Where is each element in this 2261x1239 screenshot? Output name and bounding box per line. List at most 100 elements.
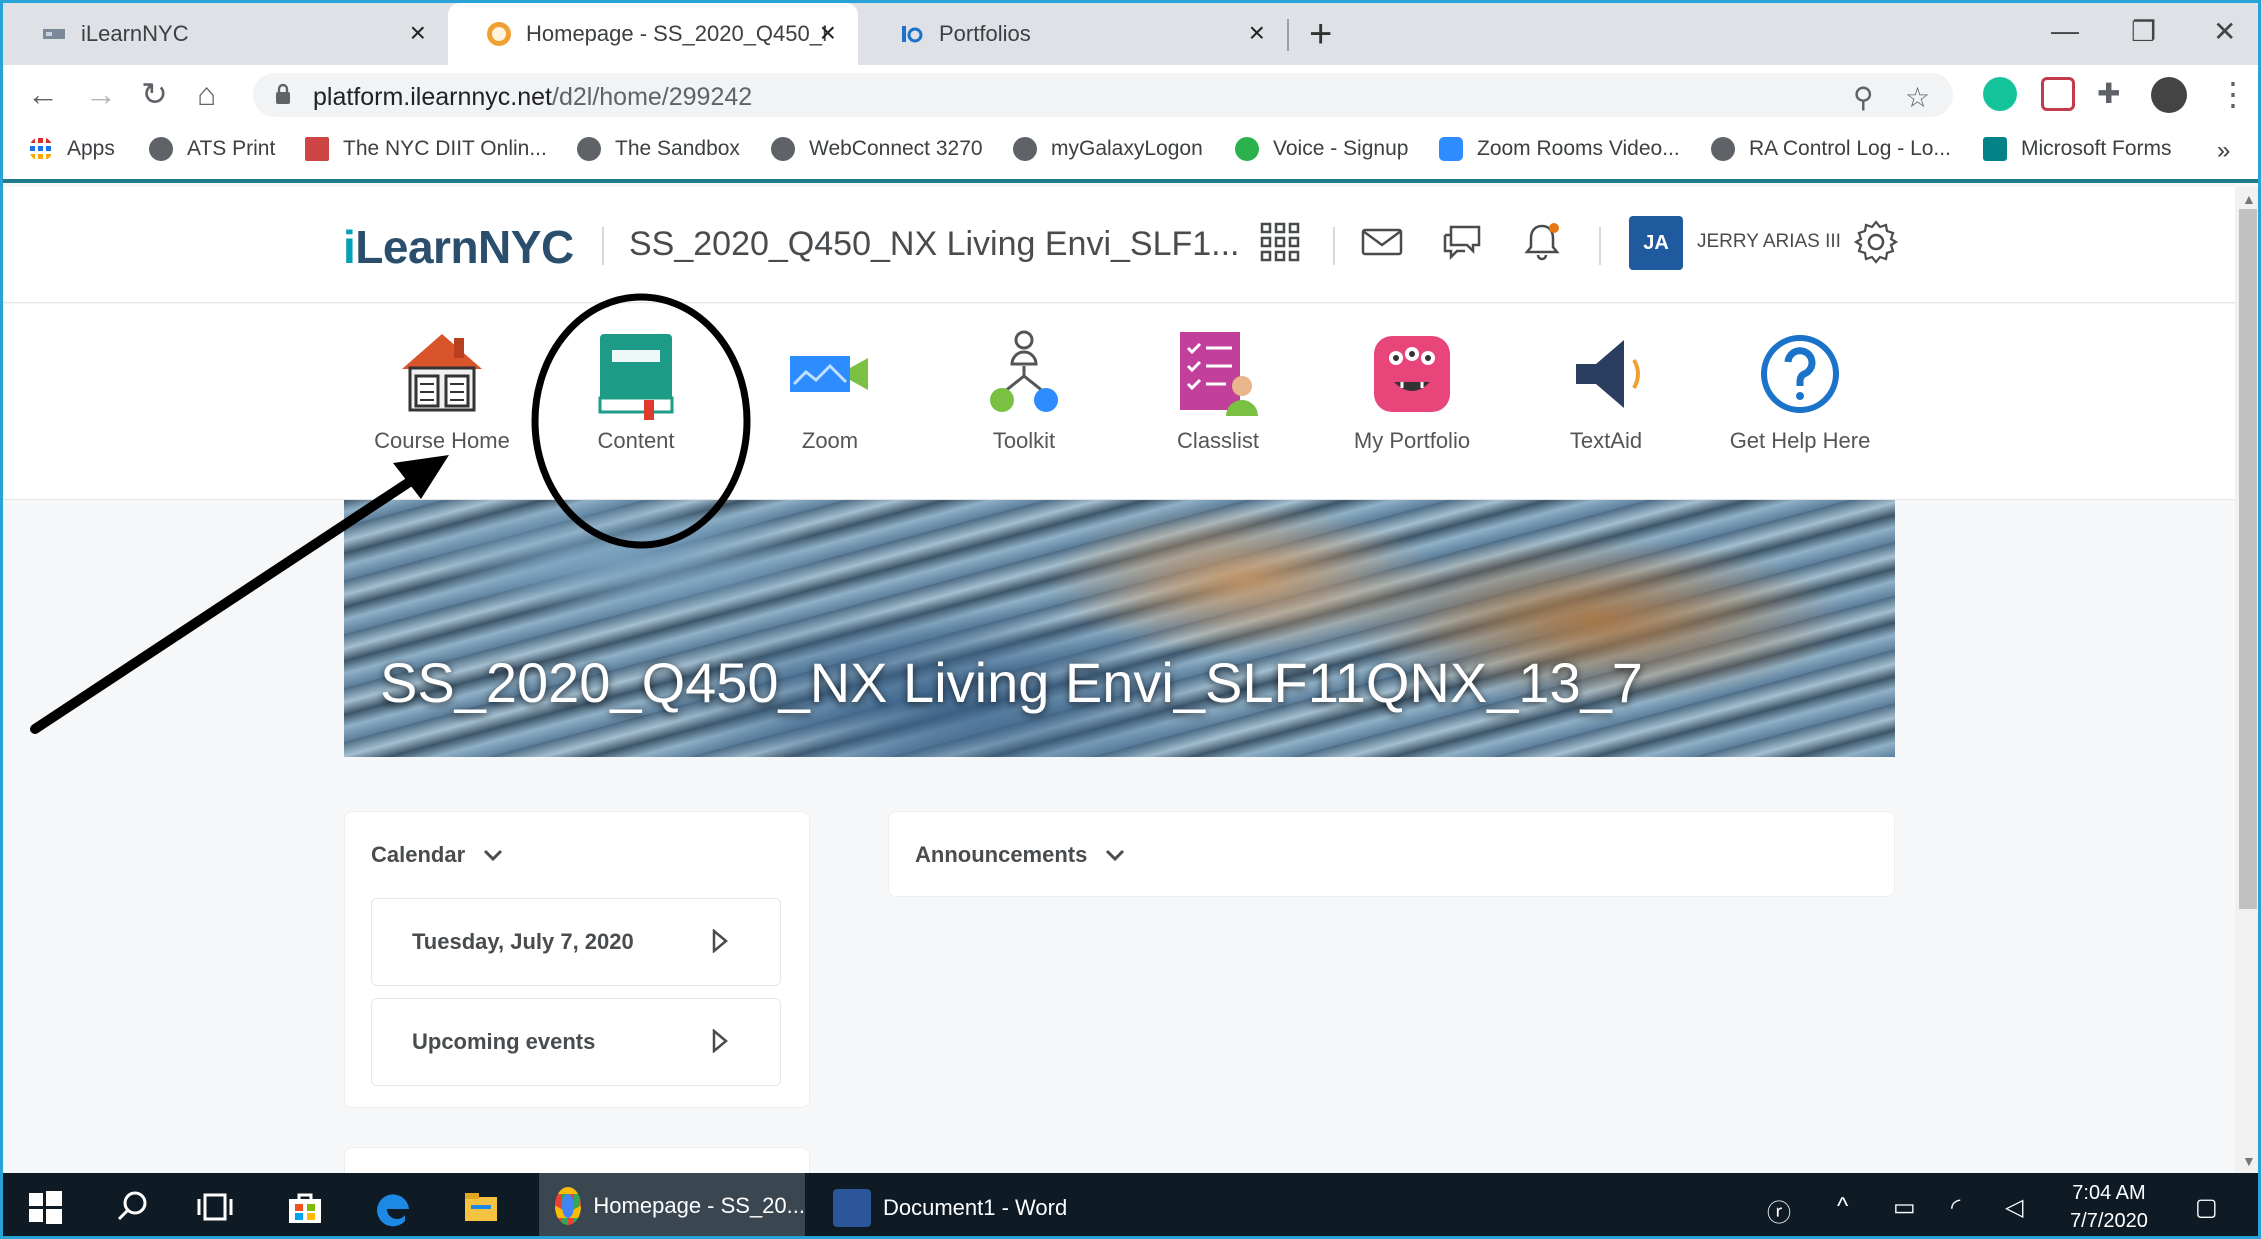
bookmark-zoom-rooms[interactable]: Zoom Rooms Video...	[1439, 137, 1680, 161]
avatar[interactable]: JA	[1629, 216, 1683, 270]
bookmarks-overflow-icon[interactable]: »	[2217, 137, 2230, 165]
people-icon[interactable]: ⓡ	[1767, 1193, 1791, 1228]
taskbar-chrome-homepage[interactable]: Homepage - SS_20...	[539, 1173, 805, 1236]
nav-my-portfolio[interactable]: My Portfolio	[1322, 324, 1502, 474]
monster-portfolio-icon	[1374, 336, 1450, 412]
diit-logo-icon	[305, 137, 329, 161]
new-tab-icon[interactable]: +	[1309, 14, 1332, 54]
course-selector[interactable]: SS_2020_Q450_NX Living Envi_SLF1...	[629, 225, 1240, 264]
battery-icon[interactable]: ▭	[1893, 1193, 1916, 1222]
bookmark-mygalaxy[interactable]: myGalaxyLogon	[1013, 137, 1203, 161]
calendar-widget-header[interactable]: Calendar	[371, 842, 503, 868]
windows-start-icon[interactable]	[25, 1187, 65, 1227]
zoom-logo-icon	[1439, 137, 1463, 161]
close-tab-icon[interactable]: ×	[410, 19, 426, 47]
bookmark-star-icon[interactable]: ☆	[1905, 81, 1930, 114]
bookmark-ra-control[interactable]: RA Control Log - Lo...	[1711, 137, 1951, 161]
calendar-widget: Calendar Tuesday, July 7, 2020 Upcoming …	[344, 811, 810, 1108]
scroll-up-icon[interactable]: ▲	[2242, 191, 2256, 207]
chevron-down-icon	[1106, 849, 1125, 862]
scroll-thumb[interactable]	[2239, 209, 2257, 909]
page-content: iLearnNYC SS_2020_Q450_NX Living Envi_SL…	[3, 187, 2235, 1173]
forward-icon[interactable]: →	[85, 77, 117, 111]
book-icon	[598, 334, 674, 420]
classlist-checklist-icon	[1180, 332, 1258, 416]
bookmark-ats-print[interactable]: ATS Print	[149, 137, 275, 161]
lock-icon	[276, 83, 290, 104]
house-icon	[402, 334, 482, 412]
ilearnnyc-logo[interactable]: iLearnNYC	[343, 220, 574, 274]
page-scrollbar[interactable]: ▲ ▼	[2235, 187, 2258, 1173]
bookmark-sandbox[interactable]: The Sandbox	[577, 137, 740, 161]
taskbar-clock[interactable]: 7:04 AM 7/7/2020	[2049, 1179, 2169, 1235]
address-bar[interactable]: platform.ilearnnyc.net/d2l/home/299242 ⚲…	[253, 73, 1953, 117]
nav-content[interactable]: Content	[546, 324, 726, 474]
course-navbar: Course Home Content Zoom Toolkit Classli…	[3, 304, 2235, 500]
tab-strip: iLearnNYC × Homepage - SS_2020_Q450_NX ×…	[3, 3, 2258, 65]
edge-browser-icon[interactable]	[375, 1187, 415, 1227]
nav-zoom[interactable]: Zoom	[740, 324, 920, 474]
bookmark-apps[interactable]: Apps	[29, 137, 115, 161]
nav-classlist[interactable]: Classlist	[1128, 324, 1308, 474]
wifi-icon[interactable]: ◜	[1951, 1193, 1960, 1222]
nav-textaid[interactable]: TextAid	[1516, 324, 1696, 474]
announcements-widget-header[interactable]: Announcements	[915, 842, 1125, 868]
nav-get-help[interactable]: Get Help Here	[1710, 324, 1890, 474]
forms-logo-icon	[1983, 137, 2007, 161]
calendar-date-row[interactable]: Tuesday, July 7, 2020	[371, 898, 781, 986]
d2l-favicon-icon	[487, 22, 511, 46]
bookmark-voice-signup[interactable]: Voice - Signup	[1235, 137, 1408, 161]
browser-toolbar: ← → ↻ ⌂ platform.ilearnnyc.net/d2l/home/…	[3, 65, 2258, 125]
extensions-puzzle-icon[interactable]: ✚	[2097, 77, 2120, 111]
settings-gear-icon[interactable]	[1853, 219, 1899, 265]
tab-ilearnnyc[interactable]: iLearnNYC ×	[3, 3, 448, 65]
tab-portfolios[interactable]: Portfolios ×	[861, 3, 1287, 65]
grammarly-extension-icon[interactable]	[1983, 77, 2017, 111]
pocket-extension-icon[interactable]	[2041, 77, 2075, 111]
restore-icon[interactable]: ❐	[2131, 15, 2156, 48]
bookmark-nyc-diit[interactable]: The NYC DIIT Onlin...	[305, 137, 547, 161]
chat-bubbles-icon[interactable]	[1441, 221, 1483, 263]
nav-course-home[interactable]: Course Home	[352, 324, 532, 474]
scroll-down-icon[interactable]: ▼	[2242, 1153, 2256, 1169]
d2l-minibar: iLearnNYC SS_2020_Q450_NX Living Envi_SL…	[3, 187, 2235, 303]
close-tab-icon[interactable]: ×	[820, 19, 836, 47]
screen: iLearnNYC × Homepage - SS_2020_Q450_NX ×…	[0, 0, 2261, 1239]
volume-icon[interactable]: ◁	[2005, 1193, 2023, 1222]
bookmark-ms-forms[interactable]: Microsoft Forms	[1983, 137, 2172, 161]
play-arrow-icon	[712, 1029, 728, 1053]
nav-toolkit[interactable]: Toolkit	[934, 324, 1114, 474]
store-icon[interactable]	[285, 1187, 325, 1227]
url-text: platform.ilearnnyc.net/d2l/home/299242	[313, 83, 753, 111]
network-people-icon	[990, 330, 1058, 412]
message-envelope-icon[interactable]	[1361, 221, 1403, 263]
close-tab-icon[interactable]: ×	[1249, 19, 1265, 47]
next-widget	[344, 1147, 810, 1173]
window-close-icon[interactable]: ✕	[2213, 15, 2236, 48]
play-arrow-icon	[712, 929, 728, 953]
globe-icon	[1013, 137, 1037, 161]
file-explorer-icon[interactable]	[461, 1187, 501, 1227]
apps-grid-icon	[30, 138, 51, 159]
upcoming-events-row[interactable]: Upcoming events	[371, 998, 781, 1086]
bookmarks-bar: Apps ATS Print The NYC DIIT Onlin... The…	[3, 125, 2258, 183]
taskbar-word-document[interactable]: Document1 - Word	[817, 1173, 1077, 1236]
search-icon[interactable]	[113, 1187, 153, 1227]
action-center-icon[interactable]: ▢	[2195, 1193, 2218, 1222]
notification-bell-icon[interactable]	[1521, 221, 1563, 263]
bookmark-webconnect[interactable]: WebConnect 3270	[771, 137, 983, 161]
minimize-icon[interactable]: —	[2051, 15, 2079, 47]
back-icon[interactable]: ←	[27, 77, 59, 111]
browser-menu-icon[interactable]: ⋮	[2217, 77, 2249, 111]
profile-icon[interactable]	[2151, 77, 2187, 113]
tray-chevron-up-icon[interactable]: ^	[1837, 1193, 1848, 1221]
zoom-icon[interactable]: ⚲	[1853, 81, 1874, 114]
reload-icon[interactable]: ↻	[141, 77, 168, 111]
zoom-video-icon	[790, 356, 868, 392]
user-name[interactable]: JERRY ARIAS III	[1697, 231, 1841, 253]
task-view-icon[interactable]	[195, 1187, 235, 1227]
tab-homepage[interactable]: Homepage - SS_2020_Q450_NX ×	[448, 3, 858, 65]
home-icon[interactable]: ⌂	[197, 77, 216, 111]
course-banner: SS_2020_Q450_NX Living Envi_SLF11QNX_13_…	[344, 500, 1895, 757]
course-grid-icon[interactable]	[1259, 221, 1301, 263]
